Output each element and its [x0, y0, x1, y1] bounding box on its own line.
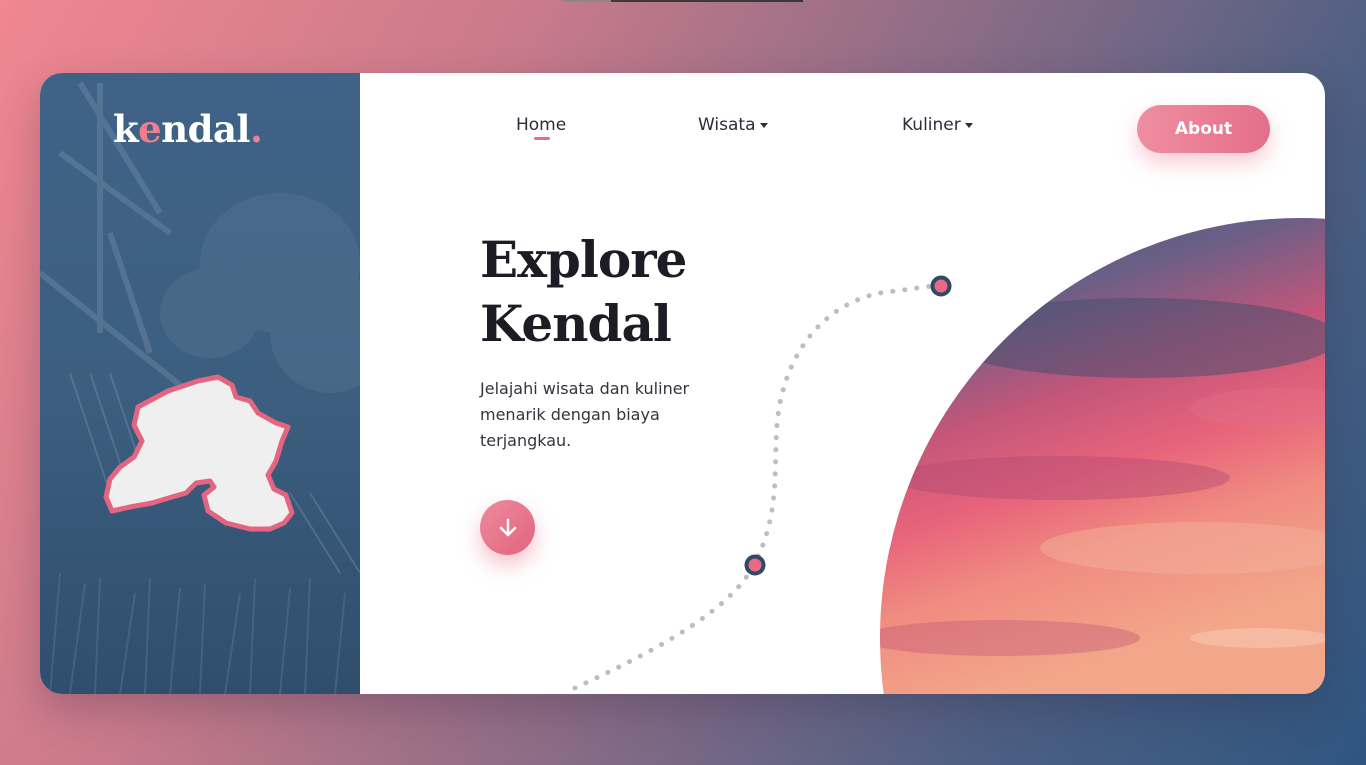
about-button[interactable]: About [1137, 105, 1270, 153]
nav-item-wisata[interactable]: Wisata [698, 115, 768, 135]
caret-down-icon [964, 122, 973, 128]
nav-item-kuliner[interactable]: Kuliner [902, 115, 973, 135]
arrow-down-icon [499, 518, 516, 536]
sunset-image [880, 218, 1325, 694]
kendal-map-icon [103, 374, 295, 532]
scroll-down-button[interactable] [480, 500, 535, 555]
hero-title: Explore Kendal [480, 230, 687, 353]
caret-down-icon [759, 122, 768, 128]
landing-card: kendal. Home Wisata Kuliner About Explor… [40, 73, 1325, 694]
active-nav-indicator [534, 137, 550, 140]
brand-logo[interactable]: kendal. [113, 107, 263, 151]
sidebar: kendal. [40, 73, 360, 694]
hero-description: Jelajahi wisata dan kuliner menarik deng… [480, 379, 690, 450]
top-bar [563, 0, 803, 2]
nav-item-home[interactable]: Home [516, 115, 566, 135]
